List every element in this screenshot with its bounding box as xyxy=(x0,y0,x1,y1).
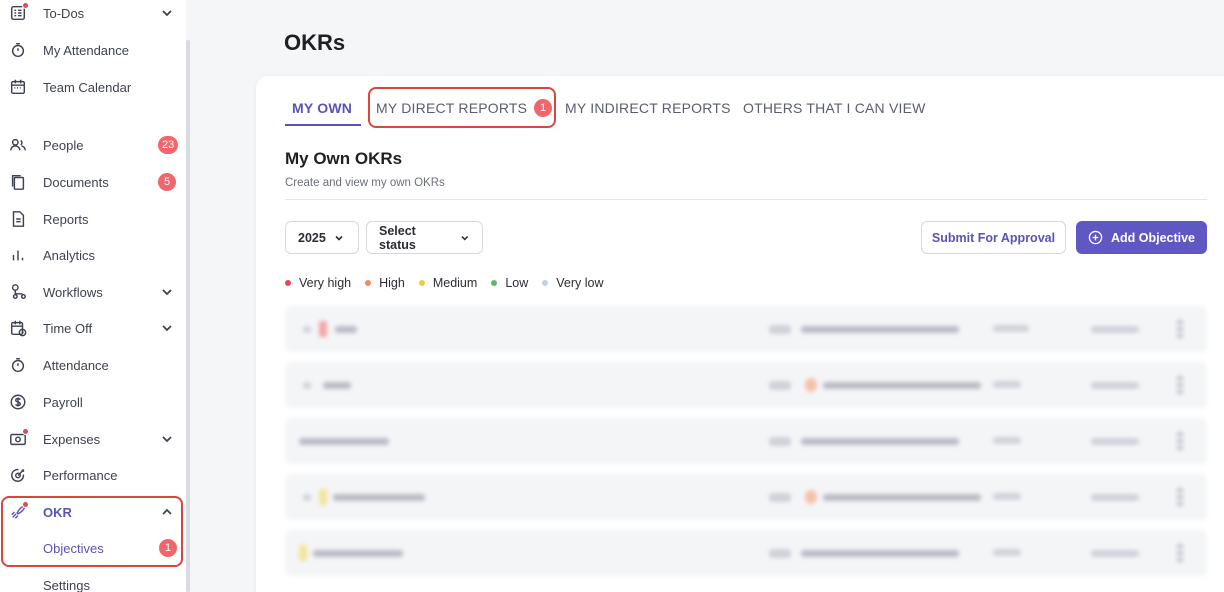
sidebar-item-label: Workflows xyxy=(43,284,103,300)
active-tab-indicator xyxy=(285,124,361,126)
objective-row[interactable] xyxy=(285,474,1207,520)
highlight-box-okr xyxy=(1,496,183,567)
sidebar-item-label: Expenses xyxy=(43,431,101,447)
status-placeholder: Select status xyxy=(379,223,416,252)
divider xyxy=(285,199,1207,200)
notification-dot xyxy=(22,2,29,9)
legend-dot xyxy=(542,280,549,286)
legend-dot xyxy=(365,280,372,286)
status-select[interactable]: Select status xyxy=(366,221,483,254)
sidebar-item-payroll[interactable]: Payroll xyxy=(0,385,186,419)
report-icon xyxy=(8,209,28,229)
sidebar: To-Dos My Attendance Team Calendar Peopl… xyxy=(0,0,186,592)
bar-chart-icon xyxy=(8,245,28,265)
section-subtitle: Create and view my own OKRs xyxy=(285,177,445,189)
legend-label: Very low xyxy=(556,276,604,290)
sidebar-item-label: Team Calendar xyxy=(43,79,132,95)
legend-dot xyxy=(285,280,291,286)
tab-my-own[interactable]: MY OWN xyxy=(292,99,352,117)
sidebar-item-workflows[interactable]: Workflows xyxy=(0,275,186,309)
sidebar-item-todos[interactable]: To-Dos xyxy=(0,0,186,30)
objective-row[interactable] xyxy=(285,362,1207,408)
add-objective-label: Add Objective xyxy=(1110,230,1196,245)
tab-others-that-i-can-view[interactable]: OTHERS THAT I CAN VIEW xyxy=(743,99,926,117)
chevron-down-icon[interactable] xyxy=(160,321,174,335)
objective-row[interactable] xyxy=(285,530,1207,576)
chevron-down-icon xyxy=(335,235,343,241)
chevron-down-icon xyxy=(461,235,469,241)
people-count-badge: 23 xyxy=(158,136,179,154)
stopwatch-icon xyxy=(8,40,28,60)
legend-item-medium: Medium xyxy=(418,276,478,290)
submit-label: Submit For Approval xyxy=(931,230,1056,245)
sidebar-item-label: Performance xyxy=(43,467,118,483)
add-objective-button[interactable]: Add Objective xyxy=(1076,221,1207,254)
sidebar-item-label: Payroll xyxy=(43,394,83,410)
sidebar-item-expenses[interactable]: Expenses xyxy=(0,422,186,456)
tab-label: OTHERS THAT I CAN VIEW xyxy=(743,100,926,116)
chevron-down-icon[interactable] xyxy=(160,432,174,446)
sidebar-item-label: Attendance xyxy=(43,357,109,373)
objective-row[interactable] xyxy=(285,418,1207,464)
legend-label: Very high xyxy=(299,276,352,290)
notification-dot xyxy=(22,428,29,435)
legend-item-very-low: Very low xyxy=(542,276,604,290)
highlight-box-direct-reports xyxy=(368,87,556,128)
legend-label: High xyxy=(379,276,405,290)
sidebar-item-attendance[interactable]: Attendance xyxy=(0,348,186,382)
chevron-down-icon[interactable] xyxy=(160,285,174,299)
dollar-icon xyxy=(8,392,28,412)
calendar-clock-icon xyxy=(8,318,28,338)
tab-my-indirect-reports[interactable]: MY INDIRECT REPORTS xyxy=(565,99,731,117)
checklist-icon xyxy=(8,2,29,23)
page-title: OKRs xyxy=(284,30,346,55)
stopwatch-icon xyxy=(8,355,28,375)
workflow-icon xyxy=(8,282,28,302)
legend-dot xyxy=(491,280,498,286)
sidebar-item-time-off[interactable]: Time Off xyxy=(0,311,186,345)
target-icon xyxy=(8,465,28,485)
calendar-icon xyxy=(8,77,28,97)
sidebar-item-reports[interactable]: Reports xyxy=(0,202,186,236)
sidebar-item-team-calendar[interactable]: Team Calendar xyxy=(0,70,186,104)
legend-label: Low xyxy=(505,276,529,290)
submit-for-approval-button[interactable]: Submit For Approval xyxy=(921,221,1066,254)
sidebar-item-documents[interactable]: Documents 5 xyxy=(0,165,186,199)
sidebar-item-label: Documents xyxy=(43,174,109,190)
people-icon xyxy=(8,135,28,155)
priority-legend: Very high High Medium Low Very low xyxy=(285,276,618,290)
sidebar-item-performance[interactable]: Performance xyxy=(0,458,186,492)
year-value: 2025 xyxy=(298,230,326,245)
sidebar-item-analytics[interactable]: Analytics xyxy=(0,238,186,272)
sidebar-scrollbar[interactable] xyxy=(186,40,190,592)
legend-item-low: Low xyxy=(491,276,528,290)
documents-icon xyxy=(8,172,28,192)
sidebar-item-label: Analytics xyxy=(43,247,96,263)
plus-circle-icon xyxy=(1088,230,1103,245)
sidebar-item-my-attendance[interactable]: My Attendance xyxy=(0,33,186,67)
sidebar-item-label: My Attendance xyxy=(43,42,129,58)
chevron-down-icon[interactable] xyxy=(160,6,174,20)
sidebar-item-people[interactable]: People 23 xyxy=(0,128,186,162)
legend-item-high: High xyxy=(365,276,405,290)
objective-row[interactable] xyxy=(285,306,1207,352)
legend-item-very-high: Very high xyxy=(285,276,351,290)
documents-count-badge: 5 xyxy=(158,173,176,191)
sidebar-item-label: Settings xyxy=(43,577,90,592)
sidebar-item-label: People xyxy=(43,137,84,153)
sidebar-item-settings[interactable]: Settings xyxy=(0,568,186,592)
sidebar-item-label: Reports xyxy=(43,211,89,227)
section-title: My Own OKRs xyxy=(285,149,403,168)
tab-label: MY INDIRECT REPORTS xyxy=(565,100,731,116)
legend-label: Medium xyxy=(432,276,478,290)
sidebar-item-label: Time Off xyxy=(43,320,93,336)
sidebar-item-label: To-Dos xyxy=(43,5,85,21)
tab-label: MY OWN xyxy=(292,100,353,116)
legend-dot xyxy=(418,280,425,286)
year-select[interactable]: 2025 xyxy=(285,221,359,254)
money-icon xyxy=(8,428,29,449)
